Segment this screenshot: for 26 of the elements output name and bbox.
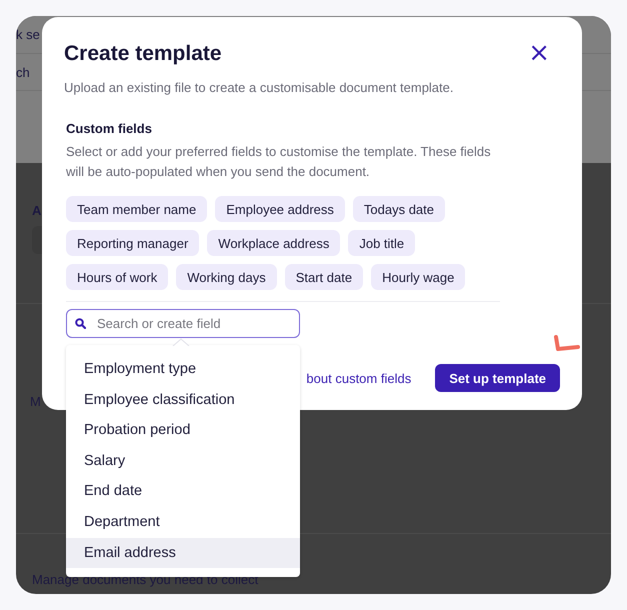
field-chip[interactable]: Team member name	[66, 196, 208, 222]
dropdown-item[interactable]: Employee classification	[66, 384, 300, 416]
field-chip[interactable]: Job title	[348, 230, 416, 256]
dropdown-item[interactable]: End date	[66, 476, 300, 507]
dialog-title: Create template	[64, 42, 222, 66]
field-chip[interactable]: Hourly wage	[371, 264, 466, 290]
dropdown-item[interactable]: Salary	[66, 446, 300, 476]
dropdown-item[interactable]: Department	[66, 506, 300, 538]
dropdown-item[interactable]: Email address	[66, 538, 300, 568]
field-chip[interactable]: Reporting manager	[66, 230, 200, 256]
dropdown-item[interactable]: Probation period	[66, 415, 300, 446]
section-title: Custom fields	[66, 121, 153, 136]
field-chip[interactable]: Hours of work	[66, 264, 168, 290]
dropdown-item[interactable]: Employment type	[66, 354, 300, 385]
field-chip[interactable]: Employee address	[215, 196, 345, 222]
help-link[interactable]: bout custom fields	[306, 370, 412, 386]
page-text: k se	[16, 27, 40, 42]
field-chip[interactable]: Todays date	[352, 196, 445, 222]
setup-template-button[interactable]: Set up template	[435, 364, 560, 392]
field-chip[interactable]: Workplace address	[207, 230, 340, 256]
close-button[interactable]: ×	[528, 40, 550, 64]
field-chip[interactable]: Start date	[284, 264, 364, 290]
dialog-subtitle: Upload an existing file to create a customisable document template.	[64, 80, 454, 95]
field-chip[interactable]: Working days	[176, 264, 277, 290]
page-text: ch	[16, 64, 30, 80]
section-description: Select or add your preferred fields to customise the template. These fields will be auto-populated when you send the document.	[66, 143, 492, 181]
